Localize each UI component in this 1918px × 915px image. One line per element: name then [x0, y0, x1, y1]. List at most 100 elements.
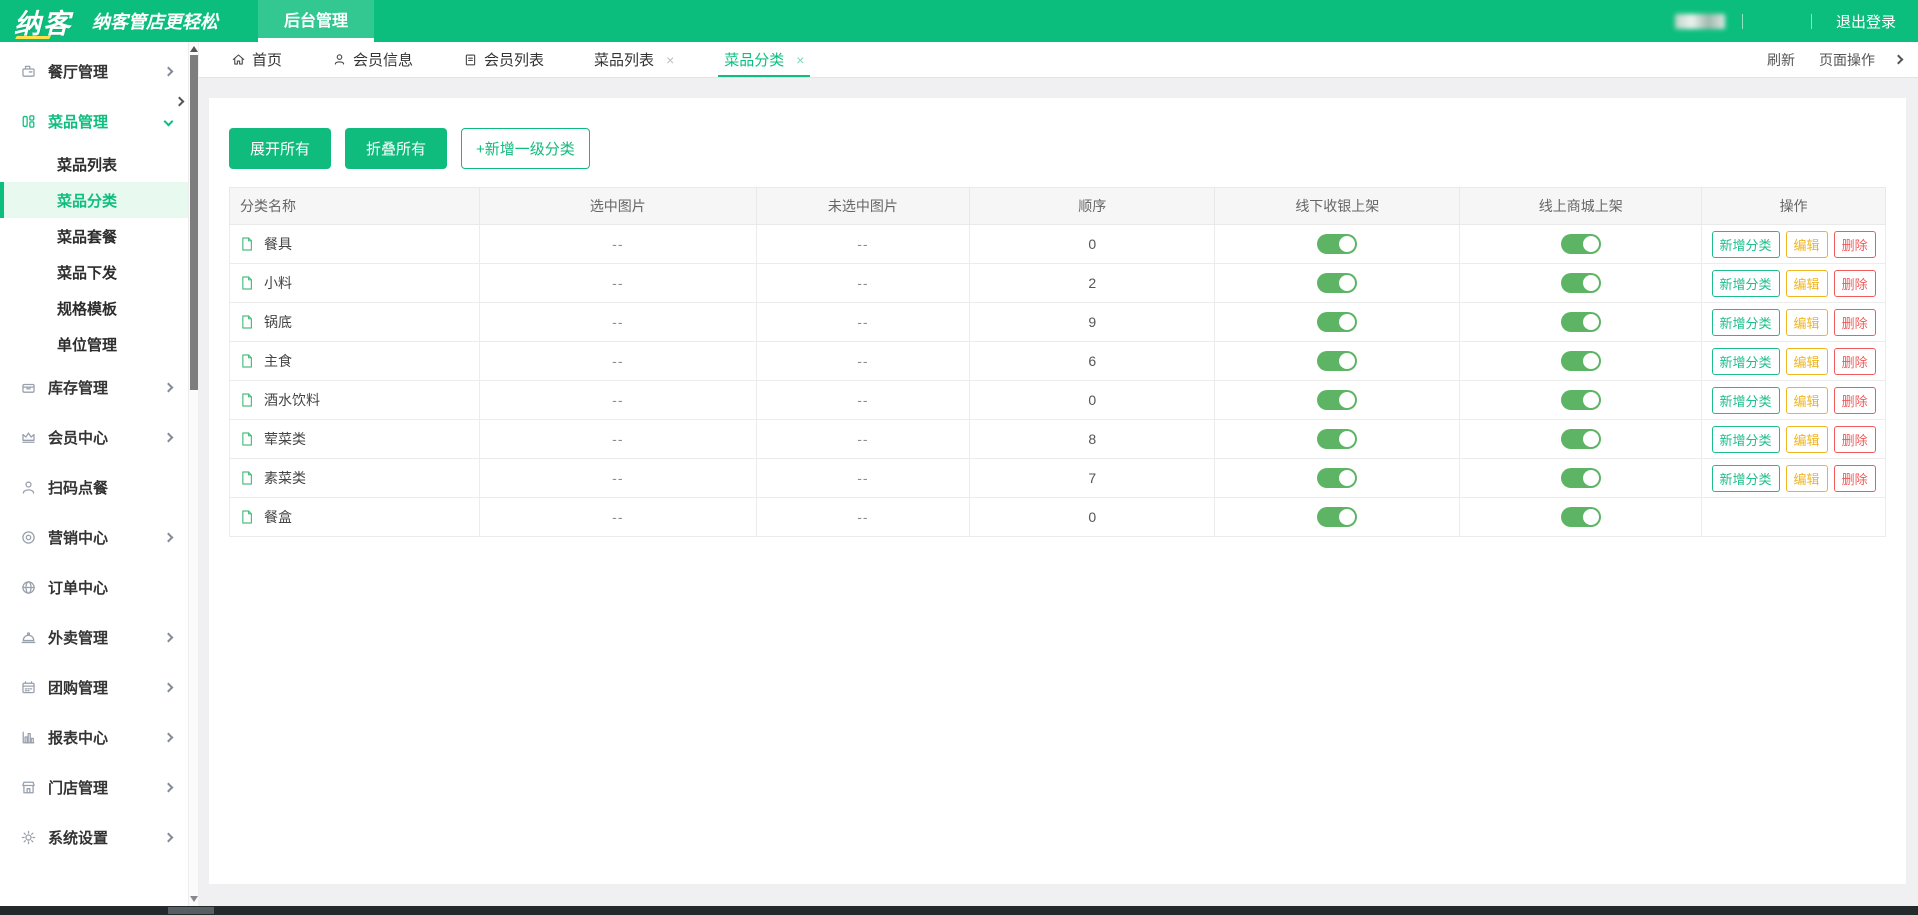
unselected-image-value: -- [857, 392, 868, 408]
chevron-right-icon [164, 732, 174, 742]
sidebar-scrollbar[interactable] [188, 42, 198, 906]
page-ops-button[interactable]: 页面操作 [1815, 50, 1875, 70]
online-shelf-toggle[interactable] [1561, 234, 1601, 254]
add-subcategory-button[interactable]: 新增分类 [1712, 426, 1780, 453]
offline-shelf-toggle[interactable] [1317, 507, 1357, 527]
order-value: 0 [970, 225, 1215, 264]
sidebar-subitem-菜品下发[interactable]: 菜品下发 [0, 254, 188, 290]
sidebar-subitem-菜品列表[interactable]: 菜品列表 [0, 146, 188, 182]
horizontal-scrollbar-thumb[interactable] [168, 907, 214, 914]
unselected-image-value: -- [857, 470, 868, 486]
sidebar-item-7[interactable]: 外卖管理 [0, 612, 188, 662]
header-tab-admin[interactable]: 后台管理 [258, 0, 374, 42]
scrollbar-thumb[interactable] [190, 55, 198, 390]
online-shelf-toggle[interactable] [1561, 351, 1601, 371]
logout-button[interactable]: 退出登录 [1829, 11, 1896, 32]
tab-close-icon[interactable]: × [796, 52, 804, 68]
restaurant-icon [20, 63, 37, 80]
delete-button[interactable]: 删除 [1834, 387, 1876, 414]
column-header: 线上商城上架 [1460, 188, 1702, 225]
column-header: 选中图片 [480, 188, 757, 225]
order-value: 6 [970, 342, 1215, 381]
edit-button[interactable]: 编辑 [1786, 231, 1828, 258]
offline-shelf-toggle[interactable] [1317, 351, 1357, 371]
sidebar-item-8[interactable]: 团购管理 [0, 662, 188, 712]
add-subcategory-button[interactable]: 新增分类 [1712, 465, 1780, 492]
edit-button[interactable]: 编辑 [1786, 348, 1828, 375]
edit-button[interactable]: 编辑 [1786, 465, 1828, 492]
delete-button[interactable]: 删除 [1834, 348, 1876, 375]
delete-button[interactable]: 删除 [1834, 270, 1876, 297]
content-card: 展开所有 折叠所有 +新增一级分类 分类名称选中图片未选中图片顺序线下收银上架线… [209, 98, 1906, 884]
collapse-all-button[interactable]: 折叠所有 [345, 128, 447, 169]
edit-button[interactable]: 编辑 [1786, 387, 1828, 414]
sidebar-item-0[interactable]: 餐厅管理 [0, 46, 188, 96]
doc-icon [239, 236, 255, 252]
tab-2[interactable]: 会员列表 [457, 42, 550, 77]
add-subcategory-button[interactable]: 新增分类 [1712, 231, 1780, 258]
sidebar-subitem-规格模板[interactable]: 规格模板 [0, 290, 188, 326]
add-root-category-button[interactable]: +新增一级分类 [461, 128, 590, 169]
actions-cell: 新增分类编辑删除 [1702, 264, 1886, 303]
add-subcategory-button[interactable]: 新增分类 [1712, 348, 1780, 375]
doc-icon [239, 275, 255, 291]
scroll-down-icon[interactable] [190, 896, 198, 902]
inventory-icon [20, 379, 37, 396]
selected-image-value: -- [612, 392, 623, 408]
sidebar-item-4[interactable]: 扫码点餐 [0, 462, 188, 512]
offline-shelf-toggle[interactable] [1317, 312, 1357, 332]
sidebar-subitem-菜品分类[interactable]: 菜品分类 [0, 182, 188, 218]
tab-1[interactable]: 会员信息 [326, 42, 419, 77]
unselected-image-value: -- [857, 314, 868, 330]
sidebar-item-10[interactable]: 门店管理 [0, 762, 188, 812]
sidebar-item-11[interactable]: 系统设置 [0, 812, 188, 862]
delete-button[interactable]: 删除 [1834, 426, 1876, 453]
order-value: 7 [970, 459, 1215, 498]
category-name-label: 酒水饮料 [264, 390, 320, 410]
app-logo: 纳客 [14, 2, 72, 41]
sidebar-item-5[interactable]: 营销中心 [0, 512, 188, 562]
tab-3[interactable]: 菜品列表× [588, 42, 680, 77]
sidebar-item-2[interactable]: 库存管理 [0, 362, 188, 412]
offline-shelf-toggle[interactable] [1317, 390, 1357, 410]
expand-all-button[interactable]: 展开所有 [229, 128, 331, 169]
order-value: 0 [970, 381, 1215, 420]
scroll-up-icon[interactable] [190, 46, 198, 52]
online-shelf-toggle[interactable] [1561, 390, 1601, 410]
sidebar-item-9[interactable]: 报表中心 [0, 712, 188, 762]
horizontal-scrollbar[interactable] [0, 906, 1918, 915]
chevron-right-icon[interactable] [1894, 55, 1904, 65]
tab-4[interactable]: 菜品分类× [718, 42, 810, 77]
offline-shelf-toggle[interactable] [1317, 429, 1357, 449]
category-name-label: 小料 [264, 273, 292, 293]
report-icon [20, 729, 37, 746]
online-shelf-toggle[interactable] [1561, 429, 1601, 449]
tab-close-icon[interactable]: × [666, 52, 674, 68]
online-shelf-toggle[interactable] [1561, 468, 1601, 488]
table-row: 锅底----9新增分类编辑删除 [230, 303, 1886, 342]
refresh-button[interactable]: 刷新 [1763, 50, 1795, 70]
edit-button[interactable]: 编辑 [1786, 426, 1828, 453]
sidebar-item-1[interactable]: 菜品管理 [0, 96, 188, 146]
online-shelf-toggle[interactable] [1561, 312, 1601, 332]
add-subcategory-button[interactable]: 新增分类 [1712, 270, 1780, 297]
offline-shelf-toggle[interactable] [1317, 273, 1357, 293]
offline-shelf-toggle[interactable] [1317, 468, 1357, 488]
delete-button[interactable]: 删除 [1834, 231, 1876, 258]
add-subcategory-button[interactable]: 新增分类 [1712, 309, 1780, 336]
online-shelf-toggle[interactable] [1561, 273, 1601, 293]
add-subcategory-button[interactable]: 新增分类 [1712, 387, 1780, 414]
edit-button[interactable]: 编辑 [1786, 309, 1828, 336]
delete-button[interactable]: 删除 [1834, 465, 1876, 492]
sidebar-subitem-单位管理[interactable]: 单位管理 [0, 326, 188, 362]
tab-0[interactable]: 首页 [225, 42, 288, 77]
online-shelf-toggle[interactable] [1561, 507, 1601, 527]
category-name-label: 主食 [264, 351, 292, 371]
edit-button[interactable]: 编辑 [1786, 270, 1828, 297]
sidebar-item-label: 团购管理 [48, 677, 108, 698]
sidebar-item-3[interactable]: 会员中心 [0, 412, 188, 462]
sidebar-subitem-菜品套餐[interactable]: 菜品套餐 [0, 218, 188, 254]
delete-button[interactable]: 删除 [1834, 309, 1876, 336]
sidebar-item-6[interactable]: 订单中心 [0, 562, 188, 612]
offline-shelf-toggle[interactable] [1317, 234, 1357, 254]
